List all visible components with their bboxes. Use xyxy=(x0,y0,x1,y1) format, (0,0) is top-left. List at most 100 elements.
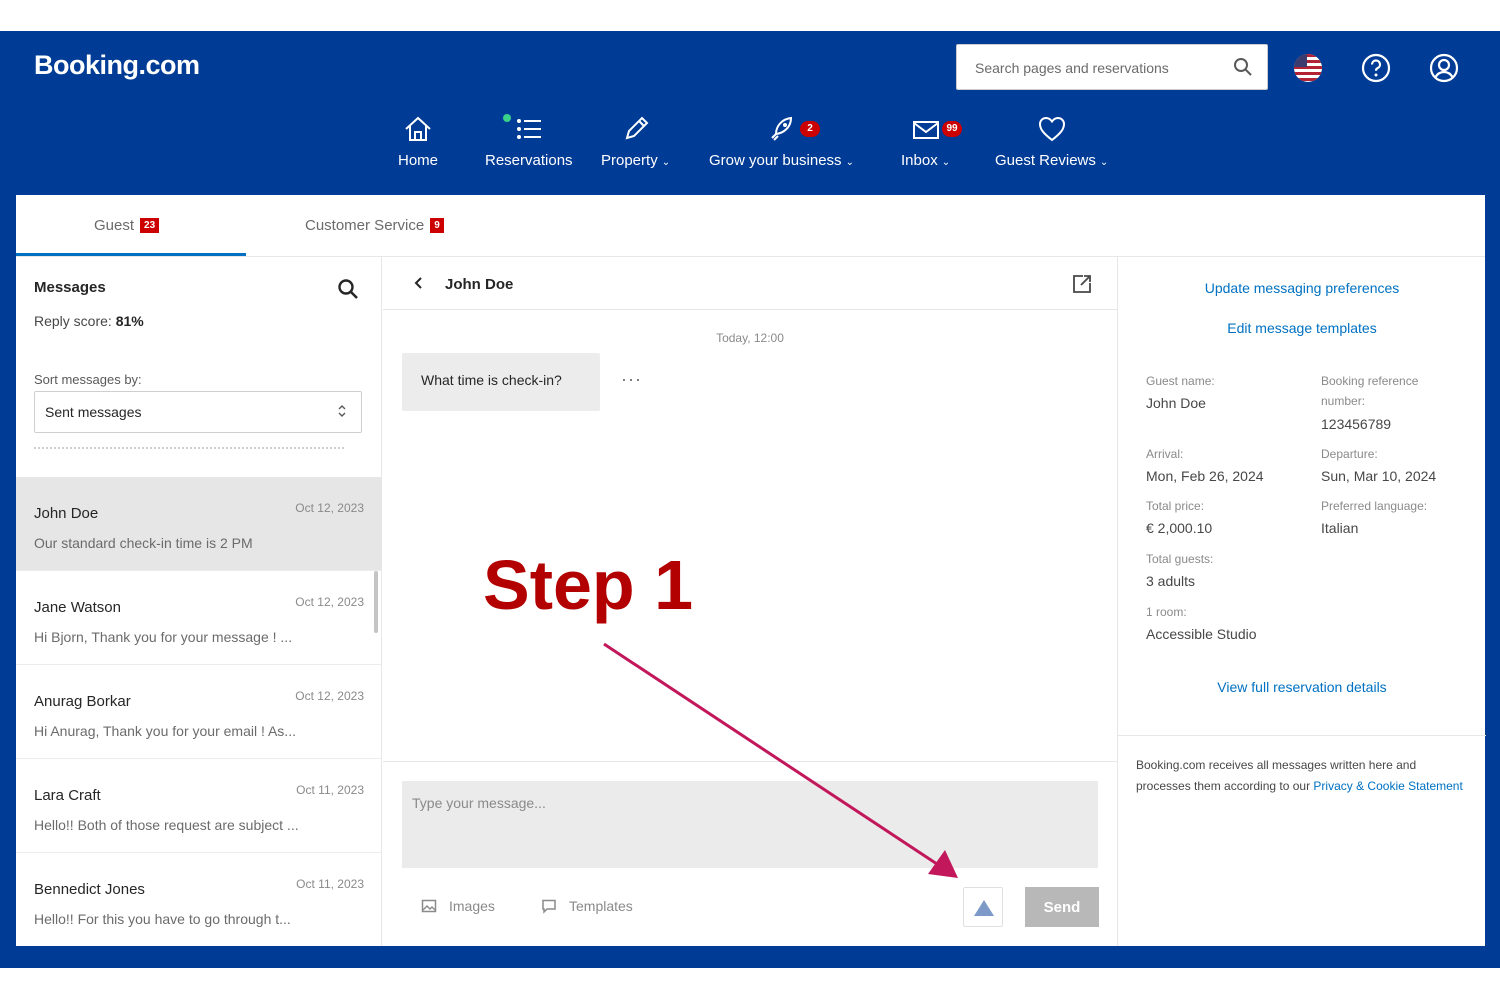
preferred-language-value: Italian xyxy=(1321,520,1359,536)
nav-home[interactable]: Home xyxy=(398,112,438,182)
chevron-left-icon[interactable] xyxy=(413,276,425,290)
nav-grow-business[interactable]: Grow your business ⌄ xyxy=(709,112,854,182)
message-timestamp: Today, 12:00 xyxy=(716,331,784,345)
nav-reservations[interactable]: Reservations xyxy=(485,112,573,182)
chevron-down-icon: ⌄ xyxy=(845,157,854,168)
active-tab-indicator xyxy=(16,253,246,256)
image-icon xyxy=(421,899,437,913)
tab-guest[interactable]: Guest 23 xyxy=(94,217,160,234)
chevron-down-icon: ⌄ xyxy=(1099,157,1109,168)
nav-guest-reviews[interactable]: Guest Reviews ⌄ xyxy=(995,112,1108,182)
sort-select[interactable]: Sent messages xyxy=(34,391,362,433)
open-external-icon[interactable] xyxy=(1071,273,1093,295)
conversation-name: Bennedict Jones xyxy=(34,881,145,898)
nav-guest-reviews-label: Guest Reviews xyxy=(995,152,1096,169)
reply-score: Reply score: 81% xyxy=(34,313,144,329)
tab-customer-service-label: Customer Service xyxy=(305,217,425,234)
arrival-label: Arrival: xyxy=(1146,447,1184,461)
nav-property[interactable]: Property ⌄ xyxy=(601,112,670,182)
chat-header: John Doe xyxy=(383,257,1117,310)
booking-reference-value: 123456789 xyxy=(1321,416,1392,432)
templates-label: Templates xyxy=(569,898,633,914)
conversation-date: Oct 12, 2023 xyxy=(295,595,364,609)
conversation-item[interactable]: John Doe Oct 12, 2023 Our standard check… xyxy=(16,477,382,571)
total-guests-value: 3 adults xyxy=(1146,573,1196,589)
arrival-value: Mon, Feb 26, 2024 xyxy=(1146,468,1264,484)
nav-inbox[interactable]: Inbox ⌄ xyxy=(901,112,950,182)
conversation-scrollbar[interactable] xyxy=(374,571,378,633)
conversation-item[interactable]: Lara Craft Oct 11, 2023 Hello!! Both of … xyxy=(16,759,382,853)
guest-name-value: John Doe xyxy=(1146,395,1206,411)
triangle-icon xyxy=(974,900,994,916)
reservation-details-panel: Update messaging preferences Edit messag… xyxy=(1117,257,1486,946)
sort-label: Sort messages by: xyxy=(34,372,142,387)
booking-reference-label-2: number: xyxy=(1321,394,1366,408)
select-arrows-icon xyxy=(338,405,346,417)
conversation-item[interactable]: Anurag Borkar Oct 12, 2023 Hi Anurag, Th… xyxy=(16,665,382,759)
more-options-icon[interactable]: ··· xyxy=(621,369,642,390)
images-button[interactable]: Images xyxy=(421,898,495,914)
faded-divider xyxy=(34,447,344,453)
conversation-preview: Hello!! Both of those request are subjec… xyxy=(34,817,299,833)
us-flag-icon[interactable] xyxy=(1292,52,1324,84)
heart-icon xyxy=(1038,116,1065,142)
privacy-link[interactable]: Privacy & Cookie Statement xyxy=(1313,779,1462,793)
search-box[interactable] xyxy=(956,44,1268,91)
nav-reservations-label: Reservations xyxy=(485,152,573,169)
tab-customer-service-badge: 9 xyxy=(430,218,444,233)
footer-strip xyxy=(16,946,1485,968)
grow-business-badge: 2 xyxy=(800,121,820,137)
tab-guest-label: Guest xyxy=(94,217,135,234)
edit-templates-link[interactable]: Edit message templates xyxy=(1118,320,1486,336)
total-guests-label: Total guests: xyxy=(1146,552,1214,566)
chevron-down-icon: ⌄ xyxy=(941,157,951,168)
departure-value: Sun, Mar 10, 2024 xyxy=(1321,468,1437,484)
booking-logo[interactable]: Booking.com xyxy=(34,50,200,81)
conversation-name: Anurag Borkar xyxy=(34,693,131,710)
details-divider xyxy=(1118,735,1486,736)
inbox-badge: 99 xyxy=(942,121,962,137)
chevron-down-icon: ⌄ xyxy=(661,157,671,168)
preferred-language-label: Preferred language: xyxy=(1321,499,1428,513)
account-icon[interactable] xyxy=(1428,52,1460,84)
search-icon[interactable] xyxy=(336,277,360,301)
reservations-status-dot xyxy=(503,114,511,122)
conversation-item[interactable]: Jane Watson Oct 12, 2023 Hi Bjorn, Thank… xyxy=(16,571,382,665)
attach-button[interactable] xyxy=(963,887,1003,927)
message-bubble: What time is check-in? xyxy=(402,353,600,411)
message-input[interactable] xyxy=(402,781,1098,868)
conversation-preview: Our standard check-in time is 2 PM xyxy=(34,535,253,551)
templates-button[interactable]: Templates xyxy=(541,898,633,914)
reservations-icon xyxy=(516,119,541,139)
reply-score-label: Reply score: xyxy=(34,313,112,329)
update-preferences-link[interactable]: Update messaging preferences xyxy=(1118,280,1486,296)
chat-contact-name: John Doe xyxy=(445,276,514,293)
nav-home-label: Home xyxy=(398,152,439,169)
nav-grow-business-label: Grow your business xyxy=(709,152,842,169)
booking-reference-label: Booking reference xyxy=(1321,374,1419,388)
conversation-date: Oct 12, 2023 xyxy=(295,501,364,515)
conversation-preview: Hello!! For this you have to go through … xyxy=(34,911,291,927)
step-annotation: Step 1 xyxy=(483,546,694,624)
conversation-name: John Doe xyxy=(34,505,99,522)
view-reservation-link[interactable]: View full reservation details xyxy=(1118,679,1486,695)
tab-customer-service[interactable]: Customer Service 9 xyxy=(305,217,444,234)
conversation-name: Lara Craft xyxy=(34,787,101,804)
total-price-value: € 2,000.10 xyxy=(1146,520,1213,536)
home-icon xyxy=(405,116,431,141)
help-icon[interactable] xyxy=(1360,52,1392,84)
search-input[interactable] xyxy=(957,45,1237,91)
send-button[interactable]: Send xyxy=(1025,887,1099,927)
conversation-preview: Hi Anurag, Thank you for your email ! As… xyxy=(34,723,296,739)
conversation-date: Oct 11, 2023 xyxy=(296,877,364,891)
tab-guest-badge: 23 xyxy=(140,218,160,233)
search-icon[interactable] xyxy=(1233,57,1253,77)
conversation-date: Oct 12, 2023 xyxy=(295,689,364,703)
nav-property-label: Property xyxy=(601,152,658,169)
conversation-preview: Hi Bjorn, Thank you for your message ! .… xyxy=(34,629,293,645)
nav-inbox-label: Inbox xyxy=(901,152,938,169)
images-label: Images xyxy=(449,898,495,914)
conversation-item[interactable]: Bennedict Jones Oct 11, 2023 Hello!! For… xyxy=(16,853,382,947)
guest-name-label: Guest name: xyxy=(1146,374,1215,388)
conversation-date: Oct 11, 2023 xyxy=(296,783,364,797)
